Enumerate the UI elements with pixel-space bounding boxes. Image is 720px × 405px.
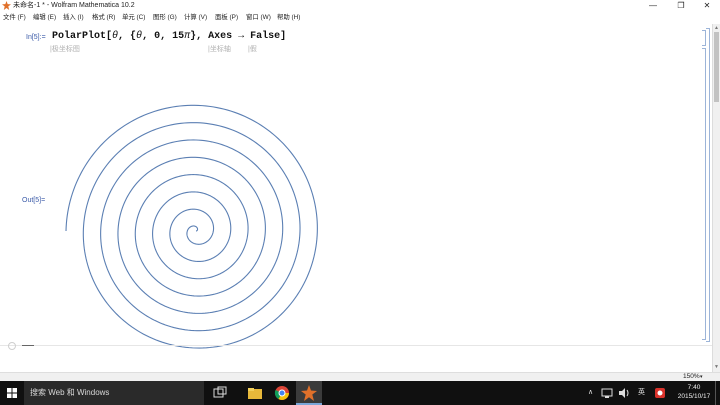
spiral-curve [65,104,318,349]
hint-axes: |坐标轴 [208,46,231,53]
hint-false: |假 [248,46,257,53]
maximize-button[interactable]: ❐ [668,0,694,11]
volume-icon[interactable] [618,387,630,399]
vertical-scrollbar[interactable]: ▲ ▼ [712,24,720,372]
mathematica-app-icon [2,1,11,10]
notebook-area[interactable]: In[5]:= PolarPlot[θ, {θ, 0, 15π}, Axes →… [0,24,712,372]
menu-window[interactable]: 窗口 (W) [246,11,271,24]
chrome-icon[interactable] [274,385,290,401]
close-button[interactable]: ✕ [694,0,720,11]
group-cell-bracket[interactable] [706,28,710,342]
show-desktop-button[interactable] [715,381,720,405]
task-view-icon[interactable] [212,385,228,401]
menu-edit[interactable]: 编辑 (E) [33,11,56,24]
menu-cell[interactable]: 单元 (C) [122,11,145,24]
input-language-indicator[interactable]: 英 [638,381,645,405]
app-tray-icon[interactable] [654,387,666,399]
search-placeholder: 搜索 Web 和 Windows [30,388,110,397]
zoom-dropdown-icon[interactable]: ▾ [700,373,703,381]
clock-time: 7:40 [687,384,701,391]
menu-format[interactable]: 格式 (R) [92,11,115,24]
scroll-up-arrow-icon[interactable]: ▲ [714,25,719,31]
menu-bar: 文件 (F) 编辑 (E) 插入 (I) 格式 (R) 单元 (C) 图形 (G… [0,11,720,24]
tray-show-hidden-icon[interactable]: ∧ [588,381,593,405]
menu-insert[interactable]: 插入 (I) [63,11,84,24]
polar-spiral-plot[interactable] [52,99,342,363]
mathematica-taskbar-icon [301,385,317,401]
minimize-button[interactable]: — [640,0,666,11]
insertion-point-mark [22,345,34,346]
input-label: In[5]:= [26,34,46,41]
cell-insertion-assistant-icon[interactable] [8,342,16,350]
taskbar-mathematica-active[interactable] [296,381,322,405]
menu-help[interactable]: 帮助 (H) [277,11,300,24]
zoom-level[interactable]: 150% [683,373,700,381]
input-expression[interactable]: PolarPlot[θ, {θ, 0, 15π}, Axes → False] [52,31,286,42]
file-explorer-icon[interactable] [247,385,263,401]
menu-graphics[interactable]: 图形 (G) [153,11,177,24]
clock-date: 2015/10/17 [677,393,711,400]
window-title: 未命名-1 * - Wolfram Mathematica 10.2 [13,2,135,9]
cell-insertion-line [0,345,712,346]
title-bar: 未命名-1 * - Wolfram Mathematica 10.2 — ❐ ✕ [0,0,720,11]
scroll-down-arrow-icon[interactable]: ▼ [714,364,719,370]
search-box[interactable]: 搜索 Web 和 Windows [24,381,204,405]
code-options: }, Axes → False] [190,31,287,42]
status-bar: 150% ▾ [0,372,720,381]
windows-start-icon[interactable] [0,381,24,405]
code-separator: , { [118,31,137,42]
network-icon[interactable] [601,387,613,399]
menu-file[interactable]: 文件 (F) [3,11,26,24]
hint-polarplot: |极坐标图 [50,46,80,53]
scroll-thumb[interactable] [714,32,719,102]
windows-taskbar: 搜索 Web 和 Windows ∧ 英 7:40 2015/10/17 [0,381,720,405]
code-range: , 0, 15 [142,31,185,42]
menu-palettes[interactable]: 面板 (P) [215,11,238,24]
system-clock[interactable]: 7:40 2015/10/17 [676,383,712,401]
code-function: PolarPlot[ [52,31,113,42]
menu-evaluation[interactable]: 计算 (V) [184,11,207,24]
output-label: Out[5]= [22,197,46,204]
